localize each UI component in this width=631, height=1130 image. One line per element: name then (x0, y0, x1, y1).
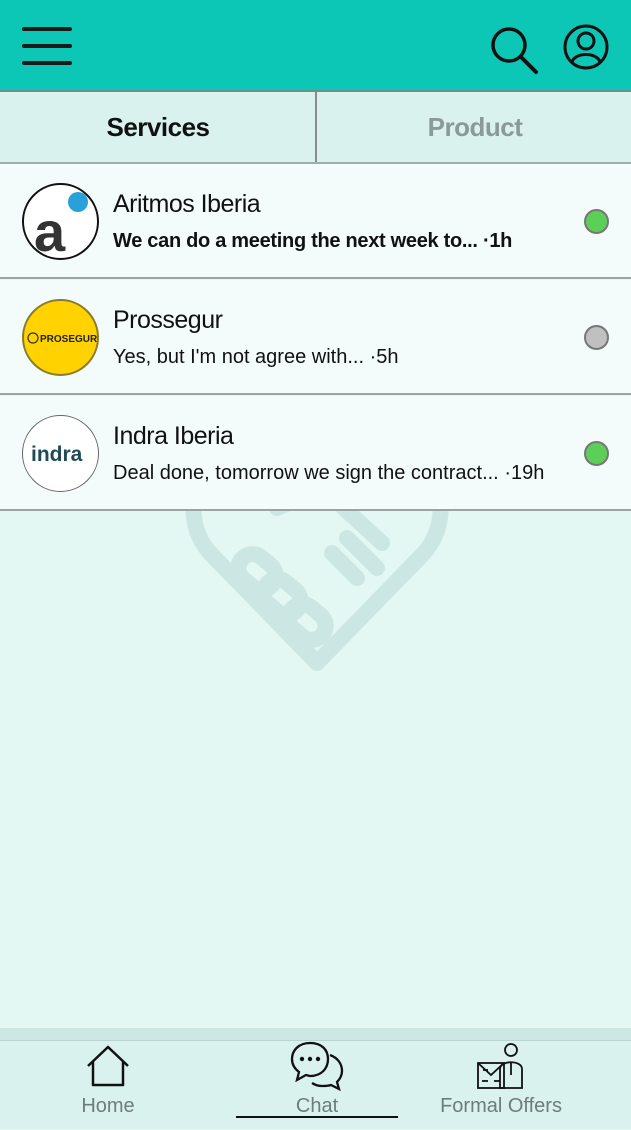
chat-preview: We can do a meeting the next week to... … (113, 230, 513, 252)
hamburger-menu-icon[interactable] (22, 27, 72, 65)
app-header (0, 0, 631, 92)
chat-preview: Deal done, tomorrow we sign the contract… (113, 462, 545, 484)
bottom-divider-strip (0, 1028, 631, 1040)
online-status-dot (584, 209, 609, 234)
active-tab-indicator (236, 1116, 398, 1118)
chat-item-aritmos[interactable]: a Aritmos Iberia We can do a meeting the… (0, 164, 631, 279)
chat-preview: Yes, but I'm not agree with... ·5h (113, 346, 399, 368)
chat-name: Indra Iberia (113, 422, 234, 450)
category-tabs: Services Product (0, 92, 631, 164)
nav-home[interactable]: Home (40, 1041, 176, 1130)
avatar: indra (22, 415, 99, 492)
home-icon (87, 1045, 129, 1087)
nav-label: Chat (295, 1095, 339, 1117)
chat-name: Prossegur (113, 306, 223, 334)
chat-bubbles-icon (290, 1041, 344, 1091)
chat-name: Aritmos Iberia (113, 190, 261, 218)
avatar-letter: a (34, 200, 66, 258)
avatar: a (22, 183, 99, 260)
formal-offers-icon (477, 1043, 523, 1089)
search-icon[interactable] (488, 24, 538, 74)
chat-item-indra[interactable]: indra Indra Iberia Deal done, tomorrow w… (0, 396, 631, 511)
nav-label: Home (81, 1095, 135, 1117)
avatar: PROSEGUR (22, 299, 99, 376)
avatar-brand-text: indra (31, 443, 83, 466)
nav-formal-offers[interactable]: Formal Offers (430, 1041, 572, 1130)
nav-label: Formal Offers (440, 1095, 562, 1117)
user-profile-icon[interactable] (563, 24, 611, 72)
tab-product[interactable]: Product (317, 92, 631, 162)
tab-services[interactable]: Services (0, 92, 316, 162)
online-status-dot (584, 441, 609, 466)
chat-item-prossegur[interactable]: PROSEGUR Prossegur Yes, but I'm not agre… (0, 280, 631, 395)
avatar-brand-text: PROSEGUR (40, 334, 97, 345)
offline-status-dot (584, 325, 609, 350)
